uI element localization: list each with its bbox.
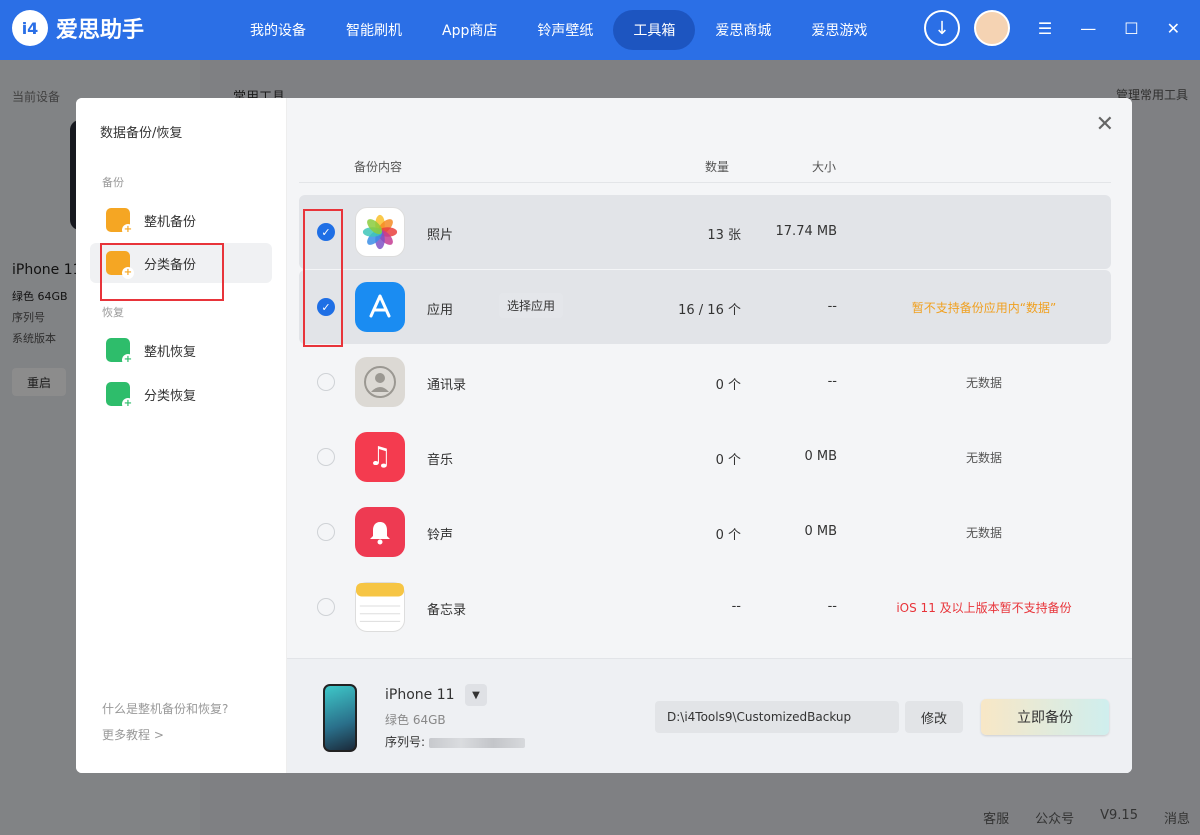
device-bar: iPhone 11 ▼ 绿色 64GB 序列号: D:\i4Tools9\Cus… xyxy=(287,658,1132,773)
messages-link[interactable]: 消息 xyxy=(1164,808,1190,827)
row-size: -- xyxy=(827,299,837,314)
column-content: 备份内容 xyxy=(354,160,403,174)
row-name: 照片 xyxy=(427,228,454,243)
contacts-icon xyxy=(355,357,405,407)
wechat-link[interactable]: 公众号 xyxy=(1035,808,1074,827)
menu-full-backup[interactable]: + 整机备份 xyxy=(90,200,272,240)
dialog-sidebar: 数据备份/恢复 备份 + 整机备份 + 分类备份 恢复 + 整机恢复 + 分类恢… xyxy=(76,98,287,773)
highlight-box xyxy=(303,209,343,347)
row-name: 音乐 xyxy=(427,453,454,468)
nav-games[interactable]: 爱思游戏 xyxy=(791,0,887,60)
dropdown-caret-icon[interactable]: ▼ xyxy=(465,684,487,706)
row-size: -- xyxy=(827,374,837,389)
column-size: 大小 xyxy=(812,160,837,174)
select-app-button[interactable]: 选择应用 xyxy=(499,293,564,318)
menu-label: 整机恢复 xyxy=(144,344,197,360)
help-link[interactable]: 什么是整机备份和恢复? xyxy=(102,700,228,717)
category-restore-icon: + xyxy=(106,382,134,410)
serial-redacted xyxy=(429,737,526,748)
row-note: 无数据 xyxy=(965,451,1002,465)
logo-mark: i4 xyxy=(12,10,48,46)
header-divider xyxy=(299,182,1111,183)
checkbox[interactable] xyxy=(317,523,335,541)
row-count: 0 个 xyxy=(715,528,741,543)
row-name: 应用 xyxy=(427,303,454,318)
menu-label: 分类恢复 xyxy=(144,388,197,404)
full-backup-icon: + xyxy=(106,208,134,236)
version-label: V9.15 xyxy=(1100,808,1138,823)
music-icon: ♫ xyxy=(355,432,405,482)
row-size: 0 MB xyxy=(804,524,837,539)
device-spec: 绿色 64GB xyxy=(385,713,446,727)
row-count: -- xyxy=(731,599,741,614)
row-count: 0 个 xyxy=(715,453,741,468)
row-note: 无数据 xyxy=(965,376,1002,390)
row-size: 17.74 MB xyxy=(775,224,837,239)
row-size: 0 MB xyxy=(804,449,837,464)
photos-icon xyxy=(355,207,405,257)
row-size: -- xyxy=(827,599,837,614)
menu-icon[interactable]: ☰ xyxy=(1038,19,1052,38)
row-note: 暂不支持备份应用内“数据” xyxy=(911,301,1057,315)
serial-label: 序列号: xyxy=(385,735,426,749)
nav-flash[interactable]: 智能刷机 xyxy=(326,0,422,60)
modify-path-button[interactable]: 修改 xyxy=(905,701,963,733)
row-note: 无数据 xyxy=(965,526,1002,540)
close-icon[interactable]: ✕ xyxy=(1096,112,1114,137)
row-count: 16 / 16 个 xyxy=(678,303,741,318)
table-row[interactable]: ♫ 音乐 0 个 0 MB 无数据 xyxy=(299,420,1111,494)
menu-full-restore[interactable]: + 整机恢复 xyxy=(90,330,272,370)
table-row[interactable]: ✓ 照片 13 张 17.74 MB xyxy=(299,195,1111,269)
table-row[interactable]: 备忘录 -- -- iOS 11 及以上版本暂不支持备份 xyxy=(299,570,1111,644)
row-name: 备忘录 xyxy=(427,603,467,618)
table-row[interactable]: 通讯录 0 个 -- 无数据 xyxy=(299,345,1111,419)
device-model: iPhone 11 xyxy=(385,687,455,703)
backup-now-button[interactable]: 立即备份 xyxy=(981,699,1109,735)
backup-section-label: 备份 xyxy=(102,176,124,189)
nav-ringtones[interactable]: 铃声壁纸 xyxy=(517,0,613,60)
device-serial: 序列号: xyxy=(385,733,526,750)
maximize-icon[interactable]: ☐ xyxy=(1124,19,1138,38)
highlight-box xyxy=(100,243,224,301)
row-note: iOS 11 及以上版本暂不支持备份 xyxy=(896,601,1072,615)
appstore-icon xyxy=(355,282,405,332)
nav-mall[interactable]: 爱思商城 xyxy=(695,0,791,60)
backup-dialog: 数据备份/恢复 备份 + 整机备份 + 分类备份 恢复 + 整机恢复 + 分类恢… xyxy=(76,98,1132,773)
avatar[interactable] xyxy=(973,10,1010,46)
phone-thumbnail xyxy=(323,684,357,752)
row-name: 铃声 xyxy=(427,528,454,543)
more-tutorials-link[interactable]: 更多教程 > xyxy=(102,726,164,743)
support-link[interactable]: 客服 xyxy=(983,808,1009,827)
dialog-main: ✕ 备份内容 数量 大小 ✓ 照片 13 张 17.74 MB ✓ 应用 选择应… xyxy=(287,98,1132,773)
download-icon[interactable]: ↓ xyxy=(923,10,960,46)
checkbox[interactable] xyxy=(317,373,335,391)
restore-section-label: 恢复 xyxy=(102,306,124,319)
column-count: 数量 xyxy=(705,160,730,174)
row-count: 13 张 xyxy=(707,228,741,243)
row-name: 通讯录 xyxy=(427,378,467,393)
main-nav: 我的设备 智能刷机 App商店 铃声壁纸 工具箱 爱思商城 爱思游戏 xyxy=(230,0,887,60)
dialog-title: 数据备份/恢复 xyxy=(100,126,183,141)
top-bar: i4 爱思助手 我的设备 智能刷机 App商店 铃声壁纸 工具箱 爱思商城 爱思… xyxy=(0,0,1200,60)
checkbox[interactable] xyxy=(317,598,335,616)
checkbox[interactable] xyxy=(317,448,335,466)
notes-icon xyxy=(355,582,405,632)
nav-my-device[interactable]: 我的设备 xyxy=(230,0,326,60)
top-right-controls: ↓ ☰ — ☐ ✕ xyxy=(923,10,1180,46)
table-row[interactable]: 铃声 0 个 0 MB 无数据 xyxy=(299,495,1111,569)
status-footer: 客服 公众号 V9.15 消息 xyxy=(983,808,1190,827)
nav-app-store[interactable]: App商店 xyxy=(422,0,517,60)
minimize-icon[interactable]: — xyxy=(1080,19,1096,38)
full-restore-icon: + xyxy=(106,338,134,366)
menu-category-restore[interactable]: + 分类恢复 xyxy=(90,374,272,414)
app-logo: i4 爱思助手 xyxy=(12,10,144,46)
table-row[interactable]: ✓ 应用 选择应用 16 / 16 个 -- 暂不支持备份应用内“数据” xyxy=(299,270,1111,344)
backup-path-field[interactable]: D:\i4Tools9\CustomizedBackup xyxy=(655,701,899,733)
row-count: 0 个 xyxy=(715,378,741,393)
logo-text: 爱思助手 xyxy=(56,18,145,43)
menu-label: 整机备份 xyxy=(144,214,197,230)
ringtone-icon xyxy=(355,507,405,557)
close-window-icon[interactable]: ✕ xyxy=(1167,19,1180,38)
nav-toolbox[interactable]: 工具箱 xyxy=(613,10,696,50)
